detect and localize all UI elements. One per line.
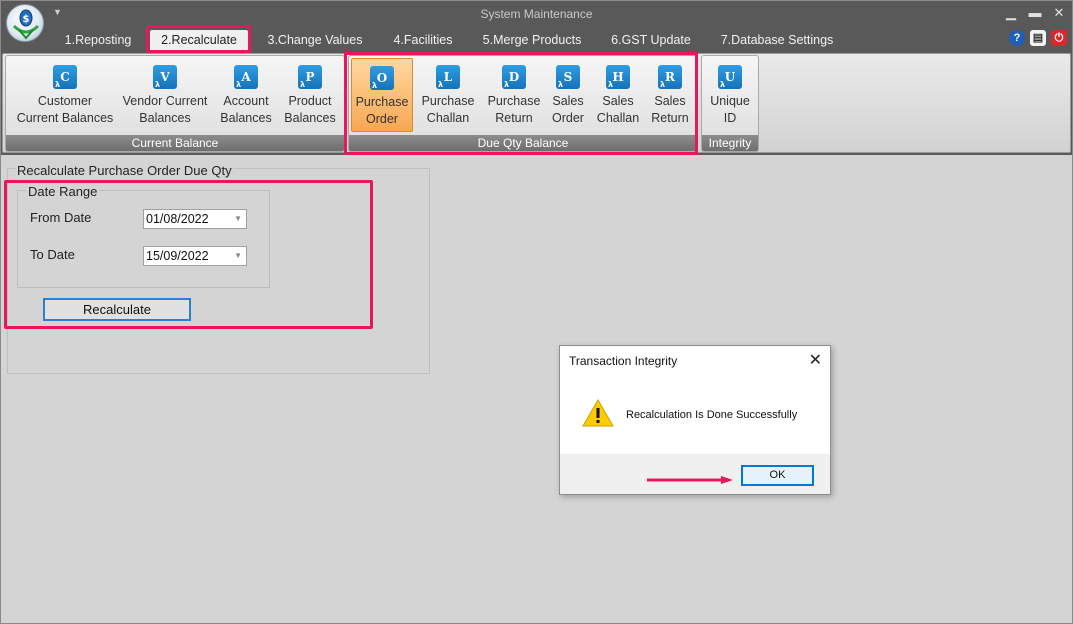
tab-recalculate[interactable]: 2.Recalculate	[150, 30, 248, 52]
tab-gst-update[interactable]: 6.GST Update	[606, 30, 696, 52]
ribbon: λC Customer Current Balances λV Vendor Cu…	[0, 52, 1073, 155]
purchase-challan-icon: λL	[436, 65, 460, 89]
product-balances-button[interactable]: λP Product Balances	[278, 58, 342, 132]
customer-current-balances-button[interactable]: λC Customer Current Balances	[10, 58, 120, 132]
unique-id-button[interactable]: λU Unique ID	[704, 58, 756, 132]
sales-challan-button[interactable]: λH Sales Challan	[591, 58, 645, 132]
purchase-order-button[interactable]: λO Purchase Order	[351, 58, 413, 132]
help-icon[interactable]: ?	[1009, 30, 1025, 46]
app-menu-button[interactable]: $	[6, 4, 44, 42]
group-current-balance: λC Customer Current Balances λV Vendor Cu…	[5, 55, 345, 152]
ok-button[interactable]: OK	[741, 465, 814, 486]
maximize-button[interactable]: ▬	[1024, 4, 1046, 22]
unique-id-icon: λU	[718, 65, 742, 89]
transaction-integrity-dialog: Transaction Integrity ✕ Recalculation Is…	[559, 345, 831, 495]
tab-reposting[interactable]: 1.Reposting	[60, 30, 136, 52]
group-label-integrity: Integrity	[702, 135, 758, 151]
customer-balance-icon: λC	[53, 65, 77, 89]
date-range-group	[17, 190, 270, 288]
to-date-picker[interactable]: 15/09/2022 ▼	[143, 246, 247, 266]
recalculate-button[interactable]: Recalculate	[43, 298, 191, 321]
account-balances-button[interactable]: λA Account Balances	[214, 58, 278, 132]
tab-change-values[interactable]: 3.Change Values	[262, 30, 368, 52]
quick-access-dropdown-icon[interactable]: ▼	[53, 7, 62, 17]
dialog-title: Transaction Integrity	[569, 354, 678, 368]
sales-return-icon: λR	[658, 65, 682, 89]
group-label-current-balance: Current Balance	[6, 135, 344, 151]
from-date-label: From Date	[30, 210, 92, 225]
dialog-close-icon[interactable]: ✕	[809, 350, 822, 370]
panel-title: Recalculate Purchase Order Due Qty	[16, 163, 233, 178]
date-range-legend: Date Range	[26, 184, 100, 199]
product-balance-icon: λP	[298, 65, 322, 89]
tab-facilities[interactable]: 4.Facilities	[388, 30, 458, 52]
title-bar: System Maintenance ▼ ▁ ▬ ✕	[0, 0, 1073, 28]
sales-challan-icon: λH	[606, 65, 630, 89]
purchase-order-icon: λO	[370, 66, 394, 90]
account-balance-icon: λA	[234, 65, 258, 89]
purchase-challan-button[interactable]: λL Purchase Challan	[417, 58, 479, 132]
group-due-qty-balance: λO Purchase Order λL Purchase Challan λD P…	[348, 55, 698, 152]
chevron-down-icon[interactable]: ▼	[234, 210, 242, 228]
group-integrity: λU Unique ID Integrity	[701, 55, 759, 152]
sales-return-button[interactable]: λR Sales Return	[645, 58, 695, 132]
vendor-current-balances-button[interactable]: λV Vendor Current Balances	[120, 58, 210, 132]
to-date-value: 15/09/2022	[146, 249, 209, 263]
close-button[interactable]: ✕	[1048, 4, 1070, 22]
document-icon[interactable]: ▤	[1030, 30, 1046, 46]
minimize-button[interactable]: ▁	[1000, 4, 1022, 22]
pointer-arrow-icon	[647, 476, 733, 484]
app-logo-icon: $	[12, 9, 40, 40]
exit-icon[interactable]: ⏻	[1051, 30, 1067, 46]
vendor-balance-icon: λV	[153, 65, 177, 89]
tab-merge-products[interactable]: 5.Merge Products	[478, 30, 586, 52]
svg-text:$: $	[23, 14, 30, 25]
to-date-label: To Date	[30, 247, 75, 262]
tab-bar: 1.Reposting 2.Recalculate 3.Change Value…	[0, 28, 1073, 52]
chevron-down-icon[interactable]: ▼	[234, 247, 242, 265]
dialog-message: Recalculation Is Done Successfully	[626, 409, 798, 421]
window-title: System Maintenance	[480, 7, 593, 21]
sales-order-icon: λS	[556, 65, 580, 89]
tab-database-settings[interactable]: 7.Database Settings	[716, 30, 838, 52]
group-label-due-qty-balance: Due Qty Balance	[349, 135, 697, 151]
purchase-return-icon: λD	[502, 65, 526, 89]
from-date-value: 01/08/2022	[146, 212, 209, 226]
from-date-picker[interactable]: 01/08/2022 ▼	[143, 209, 247, 229]
warning-icon	[582, 398, 614, 427]
sales-order-button[interactable]: λS Sales Order	[547, 58, 589, 132]
purchase-return-button[interactable]: λD Purchase Return	[483, 58, 545, 132]
